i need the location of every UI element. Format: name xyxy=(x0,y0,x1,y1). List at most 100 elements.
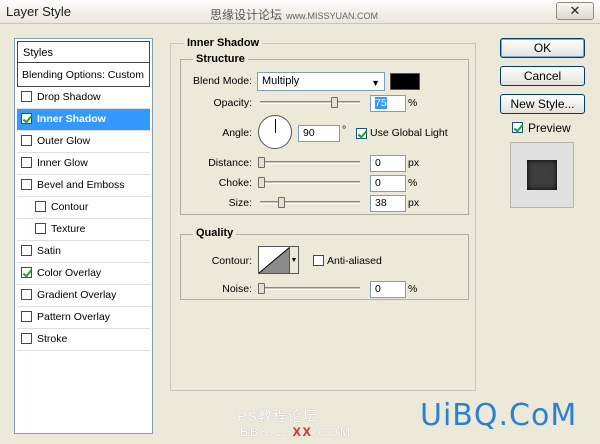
noise-label: Noise: xyxy=(222,283,252,295)
style-item-label: Texture xyxy=(51,223,86,235)
opacity-slider-thumb[interactable] xyxy=(331,97,338,108)
angle-dial[interactable] xyxy=(258,115,292,149)
styles-list: Styles Blending Options: Custom Drop Sha… xyxy=(14,38,153,434)
style-checkbox[interactable] xyxy=(21,311,32,322)
opacity-label: Opacity: xyxy=(213,97,252,109)
preview-swatch xyxy=(527,160,557,190)
style-item-contour[interactable]: Contour xyxy=(17,197,150,219)
style-item-inner-glow[interactable]: Inner Glow xyxy=(17,153,150,175)
use-global-light-label: Use Global Light xyxy=(370,127,448,139)
choke-label: Choke: xyxy=(218,177,252,189)
noise-input[interactable]: 0 xyxy=(370,281,406,298)
size-value: 38 xyxy=(375,197,387,209)
choke-slider-thumb[interactable] xyxy=(258,177,265,188)
style-item-gradient-overlay[interactable]: Gradient Overlay xyxy=(17,285,150,307)
contour-preview[interactable] xyxy=(258,246,291,274)
noise-slider[interactable] xyxy=(260,287,360,290)
opacity-slider[interactable] xyxy=(260,101,360,104)
style-item-bevel-and-emboss[interactable]: Bevel and Emboss xyxy=(17,175,150,197)
style-item-label: Outer Glow xyxy=(37,135,91,147)
distance-slider[interactable] xyxy=(260,161,360,164)
choke-slider[interactable] xyxy=(260,181,360,184)
use-global-light-checkbox[interactable] xyxy=(356,128,367,139)
style-item-label: Gradient Overlay xyxy=(37,289,117,301)
cancel-button[interactable]: Cancel xyxy=(500,66,585,86)
style-checkbox[interactable] xyxy=(21,245,32,256)
style-checkbox[interactable] xyxy=(21,91,32,102)
style-item-label: Stroke xyxy=(37,333,68,345)
style-item-texture[interactable]: Texture xyxy=(17,219,150,241)
opacity-unit: % xyxy=(408,97,418,109)
opacity-input[interactable]: 75 xyxy=(370,95,406,112)
style-checkbox[interactable] xyxy=(35,201,46,212)
style-item-label: Drop Shadow xyxy=(37,91,101,103)
watermark-ps-text: PS教程论坛 xyxy=(237,408,318,424)
style-checkbox[interactable] xyxy=(21,267,32,278)
style-checkbox[interactable] xyxy=(21,113,32,124)
style-preview xyxy=(510,142,574,208)
style-item-label: Satin xyxy=(37,245,61,257)
opacity-value: 75 xyxy=(375,97,387,109)
angle-unit: ° xyxy=(342,124,347,136)
style-item-label: Contour xyxy=(51,201,89,213)
style-item-label: Inner Shadow xyxy=(37,113,106,125)
new-style-button[interactable]: New Style... xyxy=(500,94,585,114)
contour-curve-icon xyxy=(258,246,291,274)
contour-label: Contour: xyxy=(211,255,252,267)
choke-input[interactable]: 0 xyxy=(370,175,406,192)
style-checkbox[interactable] xyxy=(21,179,32,190)
shadow-color-swatch[interactable] xyxy=(390,73,420,90)
distance-input[interactable]: 0 xyxy=(370,155,406,172)
style-item-stroke[interactable]: Stroke xyxy=(17,329,150,351)
blending-options-item[interactable]: Blending Options: Custom xyxy=(17,63,150,87)
watermark-bbs: BBS.16XX.COM xyxy=(240,425,352,439)
distance-unit: px xyxy=(408,157,420,169)
preview-checkbox[interactable] xyxy=(512,122,523,133)
distance-label: Distance: xyxy=(208,157,252,169)
style-checkbox[interactable] xyxy=(21,135,32,146)
close-button[interactable]: ✕ xyxy=(556,2,594,20)
noise-slider-thumb[interactable] xyxy=(258,283,265,294)
ok-button[interactable]: OK xyxy=(500,38,585,58)
style-item-satin[interactable]: Satin xyxy=(17,241,150,263)
style-checkbox[interactable] xyxy=(21,333,32,344)
chevron-down-icon: ▼ xyxy=(371,78,380,88)
style-item-pattern-overlay[interactable]: Pattern Overlay xyxy=(17,307,150,329)
watermark-bbs-prefix: BBS.16 xyxy=(240,425,293,439)
angle-input[interactable]: 90 xyxy=(298,125,340,142)
structure-title: Structure xyxy=(193,53,248,65)
style-item-label: Color Overlay xyxy=(37,267,102,279)
distance-value: 0 xyxy=(375,157,381,169)
preview-label: Preview xyxy=(528,121,571,135)
angle-needle xyxy=(275,119,276,133)
style-item-outer-glow[interactable]: Outer Glow xyxy=(17,131,150,153)
style-item-drop-shadow[interactable]: Drop Shadow xyxy=(17,87,150,109)
style-checkbox[interactable] xyxy=(21,157,32,168)
style-item-inner-shadow[interactable]: Inner Shadow xyxy=(17,109,150,131)
watermark-top: 思缘设计论坛 www.MISSYUAN.COM xyxy=(210,6,378,23)
contour-dropdown-icon[interactable]: ▼ xyxy=(289,246,299,274)
watermark-top-text: 思缘设计论坛 xyxy=(210,8,283,22)
noise-unit: % xyxy=(408,283,418,295)
style-item-color-overlay[interactable]: Color Overlay xyxy=(17,263,150,285)
size-slider-thumb[interactable] xyxy=(278,197,285,208)
inner-shadow-title: Inner Shadow xyxy=(184,37,263,49)
style-checkbox[interactable] xyxy=(21,289,32,300)
layer-style-dialog: Layer Style 思缘设计论坛 www.MISSYUAN.COM ✕ Sty… xyxy=(0,0,600,444)
size-input[interactable]: 38 xyxy=(370,195,406,212)
size-unit: px xyxy=(408,197,420,209)
style-checkbox[interactable] xyxy=(35,223,46,234)
size-label: Size: xyxy=(228,197,252,209)
style-item-label: Bevel and Emboss xyxy=(37,179,125,191)
styles-header[interactable]: Styles xyxy=(17,41,150,63)
blend-mode-label: Blend Mode: xyxy=(193,75,252,87)
blend-mode-select[interactable]: Multiply ▼ xyxy=(257,72,385,91)
noise-value: 0 xyxy=(375,283,381,295)
distance-slider-thumb[interactable] xyxy=(258,157,265,168)
anti-aliased-checkbox[interactable] xyxy=(313,255,324,266)
watermark-uibq: UiBQ.CoM xyxy=(420,398,578,433)
angle-value: 90 xyxy=(303,127,315,139)
size-slider[interactable] xyxy=(260,201,360,204)
style-item-label: Pattern Overlay xyxy=(37,311,110,323)
choke-unit: % xyxy=(408,177,418,189)
